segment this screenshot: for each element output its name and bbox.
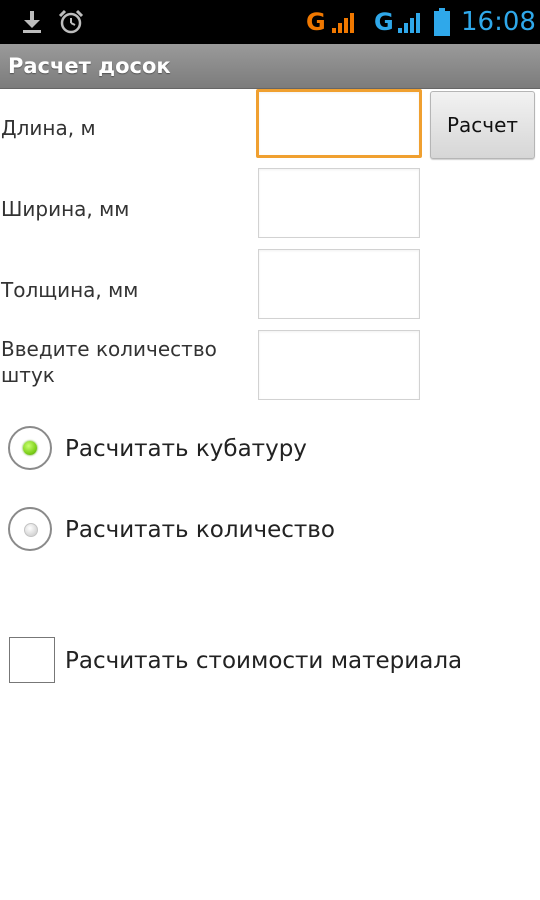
signal-icon [332,13,354,33]
width-label: Ширина, мм [1,197,130,221]
calculate-count-option[interactable]: Расчитать количество [8,507,528,557]
radio-button[interactable] [8,426,52,470]
network-type-label: G [374,8,394,36]
calculate-button[interactable]: Расчет [430,91,535,159]
clock: 16:08 [461,7,536,37]
alarm-icon [58,9,84,34]
quantity-input[interactable] [258,330,420,400]
title-bar: Расчет досок [0,44,540,89]
calculate-volume-option[interactable]: Расчитать кубатуру [8,426,528,476]
app-screen: G G 16:08 Расчет досок Длина, м Ширина, … [0,0,540,900]
calculate-volume-label: Расчитать кубатуру [65,436,307,462]
radio-button[interactable] [8,507,52,551]
length-input[interactable] [256,89,422,158]
status-bar: G G 16:08 [0,0,540,44]
quantity-label: Введите количество штук [1,337,217,387]
calculate-cost-label: Расчитать стоимости материала [65,648,463,674]
thickness-input[interactable] [258,249,420,319]
download-icon [23,11,41,33]
width-input[interactable] [258,168,420,238]
network-type-label: G [306,8,326,36]
battery-icon [434,8,450,36]
calculate-cost-option[interactable]: Расчитать стоимости материала [9,637,529,685]
calculate-count-label: Расчитать количество [65,517,335,543]
length-label: Длина, м [1,116,96,140]
thickness-label: Толщина, мм [1,278,139,302]
radio-unselected-indicator [24,523,38,537]
page-title: Расчет досок [8,54,171,78]
radio-selected-indicator [23,441,37,455]
cost-checkbox[interactable] [9,637,55,683]
signal-icon [398,13,420,33]
